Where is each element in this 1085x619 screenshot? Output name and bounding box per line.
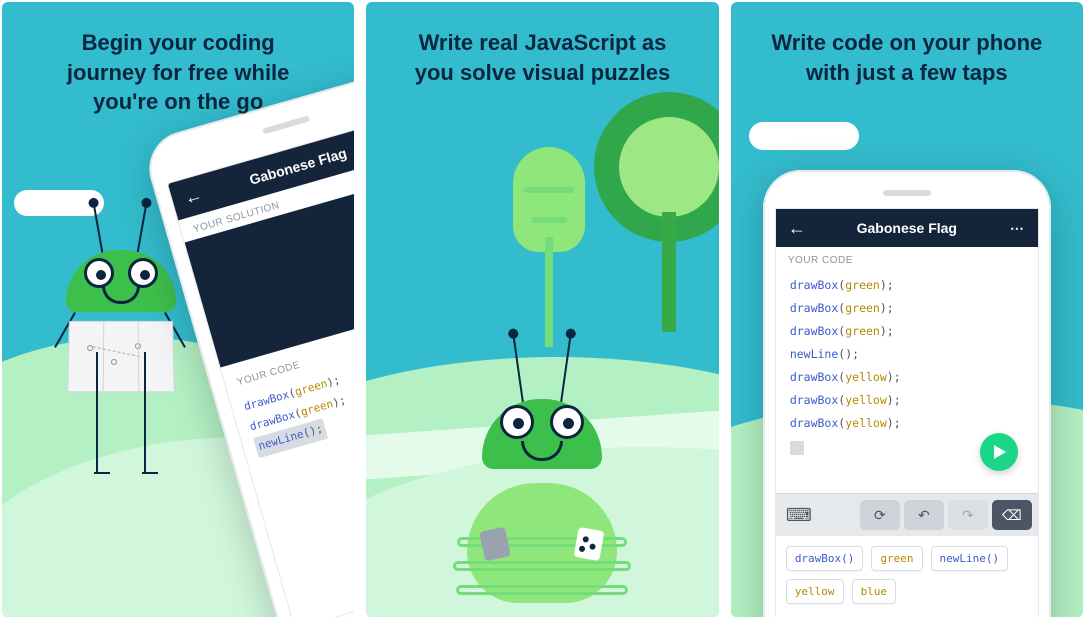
code-line[interactable]: newLine(); [790,343,1024,366]
code-chip-tray: drawBox() green newLine() yellow blue [776,536,1038,614]
code-chip[interactable]: green [871,546,922,571]
grasshopper-mascot [442,363,642,603]
delete-button[interactable]: ⌫ [992,500,1032,530]
phone-mockup-upright: ← Gabonese Flag ⋯ YOUR CODE drawBox(gree… [763,170,1051,617]
promo-panel-2: Write real JavaScript as you solve visua… [366,2,718,617]
cursor [790,441,804,455]
redo-button[interactable]: ↷ [948,500,988,530]
screen-title: Gabonese Flag [776,220,1038,236]
tree-illustration [579,92,719,332]
promo-panel-3: Write code on your phone with just a few… [731,2,1083,617]
code-line[interactable]: drawBox(green); [790,274,1024,297]
back-icon[interactable]: ← [182,185,204,207]
code-chip[interactable]: yellow [786,579,844,604]
code-line[interactable]: drawBox(green); [790,320,1024,343]
code-line[interactable]: drawBox(yellow); [790,366,1024,389]
panel-headline: Begin your coding journey for free while… [2,2,354,127]
code-chip[interactable]: blue [852,579,897,604]
code-line[interactable]: drawBox(yellow); [790,389,1024,412]
your-code-label: YOUR CODE [776,247,1038,270]
code-line[interactable]: drawBox(green); [790,297,1024,320]
panel-headline: Write real JavaScript as you solve visua… [366,2,718,97]
editor-toolbar: ⌨ ⟳ ↶ ↷ ⌫ [776,493,1038,536]
code-line[interactable]: drawBox(yellow); [790,412,1024,435]
keyboard-icon[interactable]: ⌨ [782,500,816,530]
panel-headline: Write code on your phone with just a few… [731,2,1083,97]
map-illustration [67,321,175,392]
back-icon[interactable]: ← [788,219,806,237]
promo-panel-1: Begin your coding journey for free while… [2,2,354,617]
run-button[interactable] [980,433,1018,471]
undo-button[interactable]: ↶ [904,500,944,530]
code-chip[interactable]: newLine() [931,546,1009,571]
refresh-button[interactable]: ⟳ [860,500,900,530]
code-chip[interactable]: drawBox() [786,546,864,571]
more-icon[interactable]: ⋯ [1010,220,1026,237]
